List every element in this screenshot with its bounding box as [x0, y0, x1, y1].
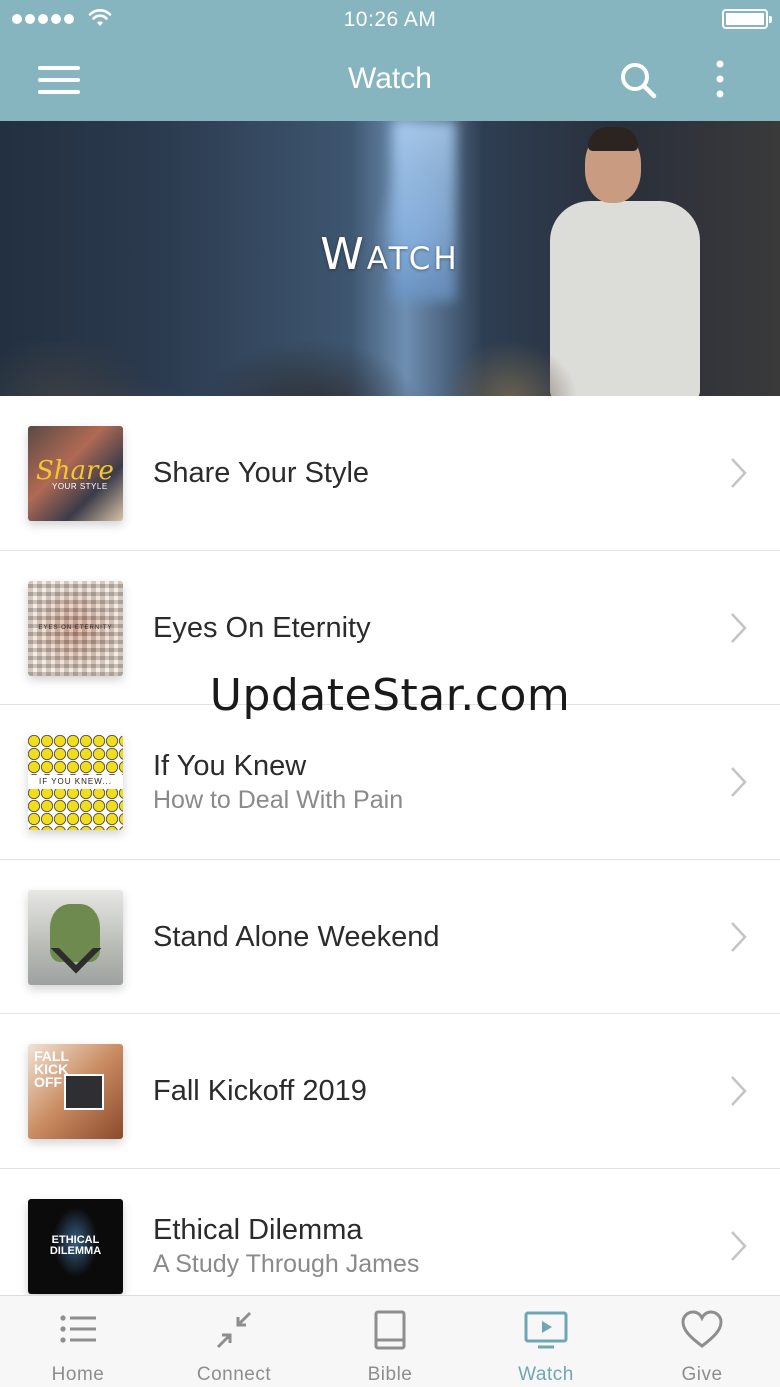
series-thumbnail: IF YOU KNEW... — [28, 735, 123, 830]
chevron-right-icon — [731, 612, 747, 643]
item-subtitle: How to Deal With Pain — [153, 786, 404, 814]
chevron-right-icon — [731, 767, 747, 797]
book-icon — [374, 1310, 406, 1350]
status-bar: 10:26 AM — [0, 0, 780, 40]
list-item[interactable]: Stand Alone Weekend — [0, 860, 780, 1014]
hero-banner: Watch — [0, 121, 780, 396]
tab-home[interactable]: Home — [0, 1296, 156, 1387]
search-icon[interactable] — [616, 58, 660, 102]
status-time: 10:26 AM — [343, 8, 437, 31]
list-item[interactable]: Share YOUR STYLE Share Your Style — [0, 396, 780, 551]
more-options-icon[interactable] — [708, 58, 732, 102]
tab-label: Connect — [196, 1364, 272, 1385]
chevron-right-icon — [731, 921, 747, 952]
item-title: If You Knew — [153, 750, 307, 782]
tab-bible[interactable]: Bible — [312, 1296, 468, 1387]
chevron-right-icon — [731, 1076, 747, 1106]
watermark-text: UpdateStar.com — [209, 670, 571, 721]
series-thumbnail — [28, 889, 123, 985]
tv-play-icon — [524, 1311, 568, 1349]
item-title: Stand Alone Weekend — [153, 920, 440, 953]
series-thumbnail: FALL KICK OFF — [28, 1044, 123, 1139]
series-list: Share YOUR STYLE Share Your Style EYES O… — [0, 396, 780, 1323]
battery-icon — [722, 9, 772, 29]
list-icon — [60, 1315, 96, 1343]
chevron-right-icon — [731, 1230, 747, 1261]
top-bar: 10:26 AM Watch — [0, 0, 780, 121]
hero-title: Watch — [320, 229, 460, 280]
tab-give[interactable]: Give — [624, 1296, 780, 1387]
chevron-right-icon — [731, 458, 747, 488]
list-item[interactable]: FALL KICK OFF Fall Kickoff 2019 — [0, 1014, 780, 1169]
tab-label: Give — [681, 1364, 723, 1385]
tab-watch[interactable]: Watch — [468, 1296, 624, 1387]
series-thumbnail: ETHICAL DILEMMA — [28, 1198, 123, 1294]
series-thumbnail: Share YOUR STYLE — [28, 426, 123, 521]
tab-label: Home — [51, 1364, 105, 1385]
item-title: Ethical Dilemma — [153, 1213, 363, 1246]
tab-label: Watch — [518, 1364, 574, 1385]
compress-arrows-icon — [216, 1311, 252, 1349]
nav-title: Watch — [348, 62, 432, 95]
series-thumbnail: EYES ON ETERNITY — [28, 580, 123, 676]
tab-connect[interactable]: Connect — [156, 1296, 312, 1387]
tab-label: Bible — [367, 1364, 413, 1385]
item-title: Eyes On Eternity — [153, 611, 371, 644]
heart-icon — [681, 1310, 723, 1348]
list-item[interactable]: IF YOU KNEW... If You Knew How to Deal W… — [0, 705, 780, 860]
item-title: Share Your Style — [153, 457, 370, 489]
item-title: Fall Kickoff 2019 — [153, 1075, 367, 1107]
tab-bar: Home Connect Bible Watch Give — [0, 1295, 780, 1387]
item-subtitle: A Study Through James — [153, 1249, 420, 1278]
